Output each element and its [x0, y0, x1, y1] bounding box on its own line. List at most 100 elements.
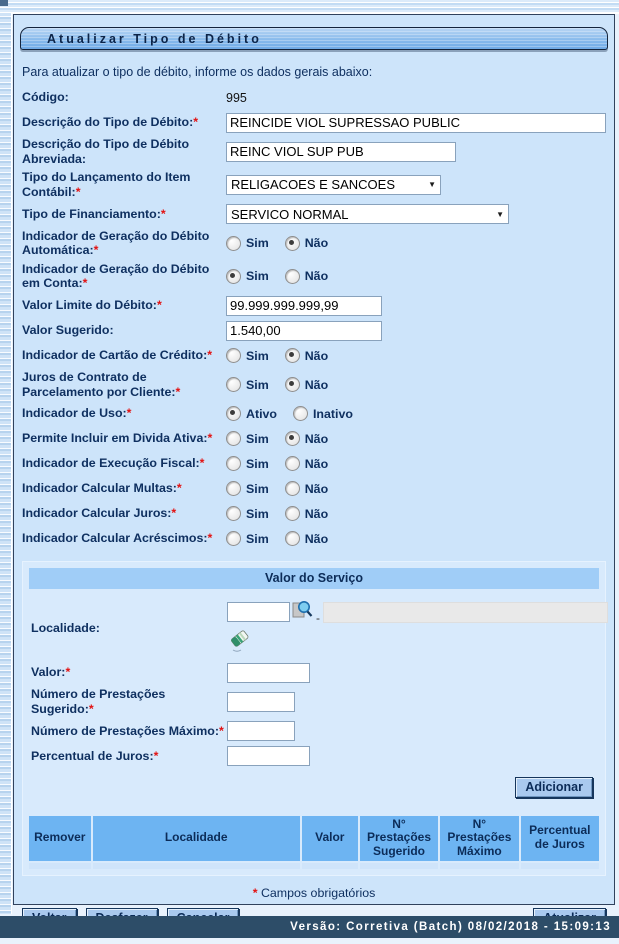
radio-label: Não [305, 349, 328, 363]
col-header-valor: Valor [302, 816, 358, 861]
geracao-automatica-radio-group: Sim Não [226, 236, 344, 251]
codigo-label: Código: [22, 90, 69, 104]
geracao-automatica-label: Indicador de Geração do Débito Automátic… [22, 229, 209, 258]
radio-label: Sim [246, 378, 269, 392]
required-asterisk: * [154, 749, 159, 763]
required-asterisk: * [253, 886, 258, 900]
radio-label: Sim [246, 482, 269, 496]
top-decor-strip [0, 0, 619, 14]
col-header-remover: Remover [29, 816, 91, 861]
radio-nao[interactable] [285, 481, 300, 496]
col-header-percentual-juros: Percentual de Juros [521, 816, 599, 861]
radio-label: Não [305, 432, 328, 446]
juros-contrato-label: Juros de Contrato de Parcelamento por Cl… [22, 370, 176, 399]
prestacoes-sugerido-label: Número de Prestações Sugerido: [31, 687, 165, 716]
descricao-label: Descrição do Tipo de Débito: [22, 115, 193, 129]
required-asterisk: * [157, 298, 162, 312]
row-valor-limite: Valor Limite do Débito:* [22, 295, 606, 316]
radio-sim[interactable] [226, 431, 241, 446]
indicador-uso-radio-group: Ativo Inativo [226, 406, 369, 421]
row-localidade: Localidade: - [31, 599, 597, 658]
radio-label: Não [305, 269, 328, 283]
radio-label: Não [305, 457, 328, 471]
row-juros-contrato: Juros de Contrato de Parcelamento por Cl… [22, 370, 606, 399]
radio-nao[interactable] [285, 348, 300, 363]
radio-nao[interactable] [285, 456, 300, 471]
adicionar-button[interactable]: Adicionar [515, 777, 593, 798]
radio-nao[interactable] [285, 377, 300, 392]
radio-sim[interactable] [226, 506, 241, 521]
localidade-label: Localidade: [31, 621, 100, 635]
radio-nao[interactable] [285, 431, 300, 446]
required-asterisk: * [161, 207, 166, 221]
juros-contrato-radio-group: Sim Não [226, 377, 344, 392]
divida-ativa-radio-group: Sim Não [226, 431, 344, 446]
left-decor-strip [0, 13, 12, 914]
row-prestacoes-sugerido: Número de Prestações Sugerido:* [31, 687, 597, 716]
radio-nao[interactable] [285, 531, 300, 546]
required-asterisk: * [207, 431, 212, 445]
calcular-acrescimos-radio-group: Sim Não [226, 531, 344, 546]
valor-input[interactable] [227, 663, 310, 683]
row-codigo: Código: 995 [22, 87, 606, 108]
radio-label: Sim [246, 457, 269, 471]
radio-label: Sim [246, 532, 269, 546]
prestacoes-maximo-input[interactable] [227, 721, 295, 741]
tipo-lancamento-select[interactable]: RELIGACOES E SANCOES ▼ [226, 175, 441, 195]
radio-label: Não [305, 378, 328, 392]
row-valor: Valor:* [31, 662, 597, 683]
radio-sim[interactable] [226, 481, 241, 496]
row-geracao-automatica: Indicador de Geração do Débito Automátic… [22, 229, 606, 258]
tipo-financiamento-select[interactable]: SERVICO NORMAL ▼ [226, 204, 509, 224]
row-prestacoes-maximo: Número de Prestações Máximo:* [31, 721, 597, 742]
radio-label: Sim [246, 507, 269, 521]
valor-sugerido-input[interactable] [226, 321, 382, 341]
valor-label: Valor: [31, 665, 65, 679]
localidade-input[interactable] [227, 602, 290, 622]
version-footer-bar: Versão: Corretiva (Batch) 08/02/2018 - 1… [0, 916, 619, 938]
radio-sim[interactable] [226, 269, 241, 284]
calcular-juros-radio-group: Sim Não [226, 506, 344, 521]
radio-ativo[interactable] [226, 406, 241, 421]
valor-limite-input[interactable] [226, 296, 382, 316]
main-panel: Atualizar Tipo de Débito Para atualizar … [13, 14, 615, 905]
table-empty-row [29, 863, 599, 869]
localidade-dash: - [316, 611, 320, 625]
valor-limite-label: Valor Limite do Débito: [22, 298, 157, 312]
percentual-juros-label: Percentual de Juros: [31, 749, 154, 763]
radio-sim[interactable] [226, 456, 241, 471]
intro-text: Para atualizar o tipo de débito, informe… [22, 65, 606, 79]
required-asterisk: * [207, 348, 212, 362]
radio-label: Ativo [246, 407, 277, 421]
calcular-acrescimos-label: Indicador Calcular Acréscimos: [22, 531, 207, 545]
required-asterisk: * [65, 665, 70, 679]
row-tipo-financiamento: Tipo de Financiamento:* SERVICO NORMAL ▼ [22, 204, 606, 225]
col-header-localidade: Localidade [93, 816, 300, 861]
radio-sim[interactable] [226, 377, 241, 392]
descricao-input[interactable] [226, 113, 606, 133]
geracao-conta-radio-group: Sim Não [226, 269, 344, 284]
execucao-fiscal-radio-group: Sim Não [226, 456, 344, 471]
radio-sim[interactable] [226, 531, 241, 546]
search-icon[interactable] [292, 599, 313, 625]
radio-nao[interactable] [285, 236, 300, 251]
radio-sim[interactable] [226, 348, 241, 363]
radio-label: Não [305, 507, 328, 521]
radio-nao[interactable] [285, 269, 300, 284]
radio-sim[interactable] [226, 236, 241, 251]
cartao-credito-radio-group: Sim Não [226, 348, 344, 363]
descricao-abreviada-label: Descrição do Tipo de Débito Abreviada: [22, 137, 189, 166]
radio-inativo[interactable] [293, 406, 308, 421]
descricao-abreviada-input[interactable] [226, 142, 456, 162]
row-valor-sugerido: Valor Sugerido: [22, 320, 606, 341]
required-asterisk: * [200, 456, 205, 470]
percentual-juros-input[interactable] [227, 746, 310, 766]
prestacoes-sugerido-input[interactable] [227, 692, 295, 712]
eraser-icon[interactable] [229, 627, 251, 658]
required-asterisk: * [127, 406, 132, 420]
calcular-multas-radio-group: Sim Não [226, 481, 344, 496]
valor-sugerido-label: Valor Sugerido: [22, 323, 114, 337]
mandatory-note-text: Campos obrigatórios [261, 886, 375, 900]
radio-nao[interactable] [285, 506, 300, 521]
row-descricao-abreviada: Descrição do Tipo de Débito Abreviada: [22, 137, 606, 166]
